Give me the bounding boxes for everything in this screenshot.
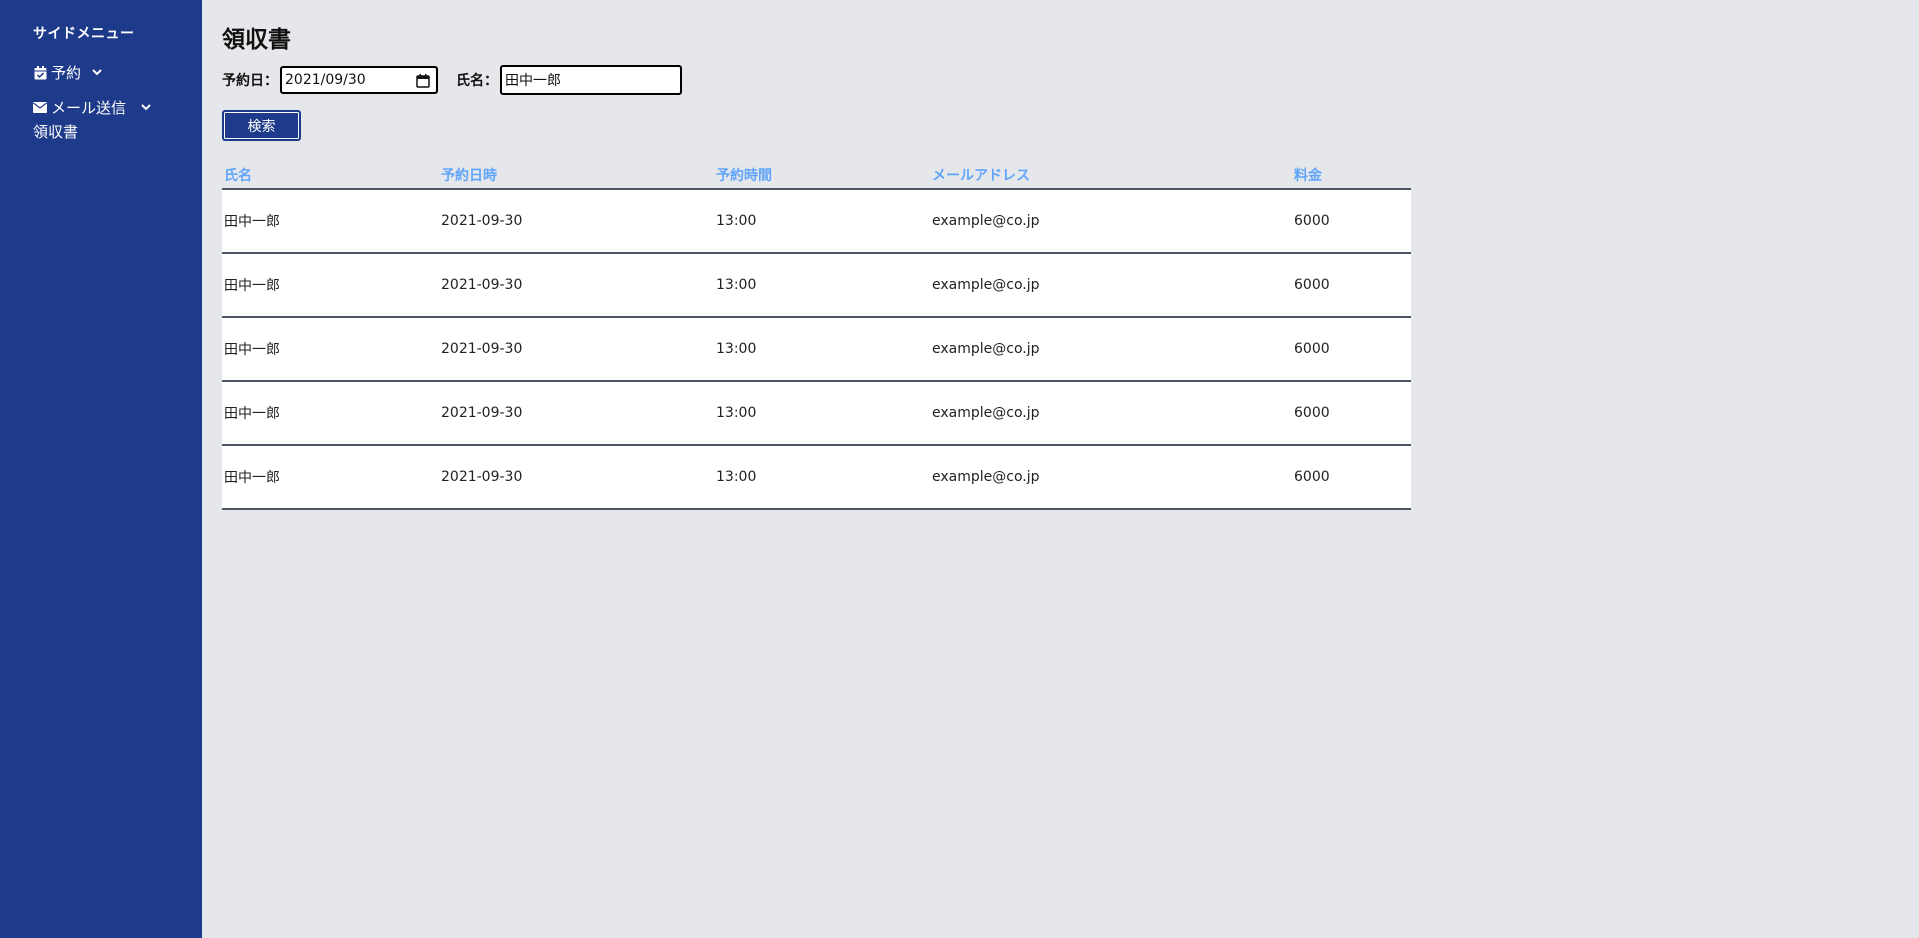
sidebar-subitem-receipt[interactable]: 領収書 bbox=[33, 121, 78, 142]
cell-email: example@co.jp bbox=[932, 405, 1040, 421]
sidebar-item-label: メール送信 bbox=[51, 99, 127, 117]
cell-date: 2021-09-30 bbox=[441, 341, 523, 357]
cell-fee: 6000 bbox=[1294, 213, 1330, 229]
column-header-date: 予約日時 bbox=[441, 168, 497, 184]
reservation-table: 氏名 予約日時 予約時間 メールアドレス 料金 田中一郎 2021-09-30 … bbox=[222, 162, 1411, 510]
cell-email: example@co.jp bbox=[932, 213, 1040, 229]
chevron-down-icon bbox=[140, 102, 152, 114]
cell-name: 田中一郎 bbox=[224, 406, 280, 422]
reservation-date-input[interactable]: 2021/09/30 bbox=[280, 66, 438, 94]
calendar-icon[interactable] bbox=[416, 74, 430, 88]
table-header: 氏名 予約日時 予約時間 メールアドレス 料金 bbox=[222, 162, 1411, 190]
cell-fee: 6000 bbox=[1294, 405, 1330, 421]
cell-name: 田中一郎 bbox=[224, 342, 280, 358]
date-value: 2021/09/30 bbox=[285, 72, 366, 88]
cell-fee: 6000 bbox=[1294, 469, 1330, 485]
cell-date: 2021-09-30 bbox=[441, 277, 523, 293]
filter-row: 予約日： 2021/09/30 氏名： bbox=[222, 64, 682, 96]
search-button[interactable]: 検索 bbox=[222, 110, 301, 141]
cell-name: 田中一郎 bbox=[224, 470, 280, 486]
table-row: 田中一郎 2021-09-30 13:00 example@co.jp 6000 bbox=[222, 190, 1411, 254]
cell-fee: 6000 bbox=[1294, 341, 1330, 357]
column-header-name: 氏名 bbox=[224, 168, 252, 184]
name-label: 氏名： bbox=[456, 73, 498, 89]
table-row: 田中一郎 2021-09-30 13:00 example@co.jp 6000 bbox=[222, 318, 1411, 382]
cell-name: 田中一郎 bbox=[224, 214, 280, 230]
cell-time: 13:00 bbox=[716, 213, 757, 229]
cell-time: 13:00 bbox=[716, 341, 757, 357]
cell-time: 13:00 bbox=[716, 469, 757, 485]
table-row: 田中一郎 2021-09-30 13:00 example@co.jp 6000 bbox=[222, 254, 1411, 318]
name-input[interactable] bbox=[500, 65, 682, 95]
sidebar-item-mail[interactable]: メール送信 bbox=[33, 97, 152, 118]
sidebar-title: サイドメニュー bbox=[33, 26, 135, 42]
date-label: 予約日： bbox=[222, 73, 278, 89]
sidebar-item-reservation[interactable]: 予約 bbox=[33, 62, 103, 83]
cell-date: 2021-09-30 bbox=[441, 213, 523, 229]
column-header-fee: 料金 bbox=[1294, 168, 1322, 184]
cell-date: 2021-09-30 bbox=[441, 469, 523, 485]
cell-email: example@co.jp bbox=[932, 469, 1040, 485]
cell-time: 13:00 bbox=[716, 277, 757, 293]
cell-email: example@co.jp bbox=[932, 277, 1040, 293]
cell-name: 田中一郎 bbox=[224, 278, 280, 294]
table-row: 田中一郎 2021-09-30 13:00 example@co.jp 6000 bbox=[222, 446, 1411, 510]
column-header-time: 予約時間 bbox=[716, 168, 772, 184]
cell-email: example@co.jp bbox=[932, 341, 1040, 357]
calendar-check-icon bbox=[33, 65, 47, 80]
column-header-email: メールアドレス bbox=[932, 168, 1030, 184]
envelope-icon bbox=[33, 101, 47, 115]
page-title: 領収書 bbox=[222, 27, 291, 53]
cell-time: 13:00 bbox=[716, 405, 757, 421]
sidebar-item-label: 予約 bbox=[51, 64, 82, 82]
sidebar: サイドメニュー 予約 メール送信 領収書 bbox=[0, 0, 202, 938]
cell-fee: 6000 bbox=[1294, 277, 1330, 293]
chevron-down-icon bbox=[91, 67, 103, 79]
table-row: 田中一郎 2021-09-30 13:00 example@co.jp 6000 bbox=[222, 382, 1411, 446]
cell-date: 2021-09-30 bbox=[441, 405, 523, 421]
